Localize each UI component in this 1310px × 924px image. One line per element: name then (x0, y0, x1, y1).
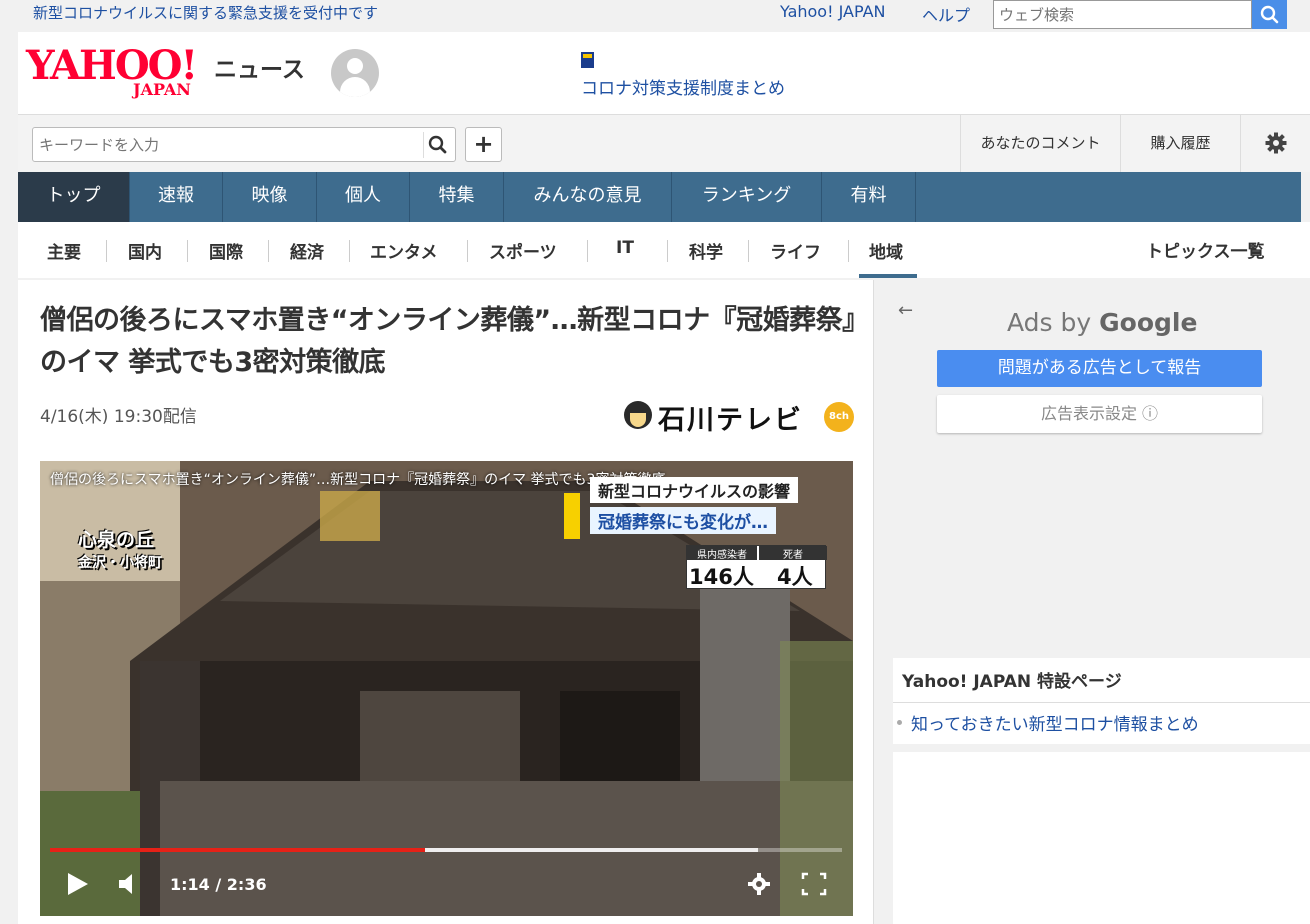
volume-icon (119, 874, 132, 894)
video-player[interactable]: 僧侶の後ろにスマホ置き“オンライン葬儀”…新型コロナ『冠婚葬祭』のイマ 挙式でも… (40, 461, 853, 916)
category-economy[interactable]: 経済 (290, 238, 324, 263)
nav-ranking[interactable]: ランキング (672, 172, 822, 222)
source-logo[interactable]: 石川テレビ 8ch (624, 398, 854, 436)
category-it[interactable]: IT (616, 238, 634, 258)
deaths-count: 4人 (777, 565, 813, 589)
logo-subtext: JAPAN (133, 80, 191, 99)
category-entertainment[interactable]: エンタメ (370, 238, 438, 263)
ad-slot (893, 752, 1310, 924)
category-nav: 主要 国内 国際 経済 エンタメ スポーツ IT 科学 ライフ 地域 トピックス… (18, 222, 1310, 278)
nav-video[interactable]: 映像 (223, 172, 317, 222)
google-label: Google (1099, 308, 1198, 337)
caption-line-1: 新型コロナウイルスの影響 (590, 477, 799, 503)
yahoo-japan-link[interactable]: Yahoo! JAPAN (780, 2, 886, 21)
avatar[interactable] (331, 49, 379, 97)
search-row: + あなたのコメント 購入履歴 (18, 114, 1310, 172)
emergency-support-notice[interactable]: 新型コロナウイルスに関する緊急支援を受付中です (33, 2, 378, 23)
special-pages-box: Yahoo! JAPAN 特設ページ 知っておきたい新型コロナ情報まとめ (893, 658, 1310, 744)
purchase-history-link[interactable]: 購入履歴 (1120, 115, 1240, 172)
site-header: YAHOO! JAPAN ニュース コロナ対策支援制度まとめ (18, 32, 1310, 114)
ads-by-google: Ads by Google (1007, 308, 1197, 337)
ad-feedback-box: ← Ads by Google 問題がある広告として報告 広告表示設定 ⓘ (893, 280, 1310, 650)
active-category-indicator (859, 274, 917, 278)
category-sports[interactable]: スポーツ (489, 238, 557, 263)
article: 僧侶の後ろにスマホ置き“オンライン葬儀”…新型コロナ『冠婚葬祭』のイマ 挙式でも… (18, 280, 874, 924)
add-button[interactable]: + (465, 127, 502, 162)
nav-paid[interactable]: 有料 (822, 172, 916, 222)
nav-breaking[interactable]: 速報 (130, 172, 223, 222)
gear-icon (748, 873, 770, 895)
source-mascot-icon (624, 401, 652, 429)
infected-label: 県内感染者 (687, 546, 757, 561)
search-icon (1260, 5, 1279, 24)
corona-info-link[interactable]: 知っておきたい新型コロナ情報まとめ (911, 710, 1199, 735)
ad-settings-button[interactable]: 広告表示設定 ⓘ (937, 395, 1262, 433)
bullet-icon (897, 720, 902, 725)
caption-line-2: 冠婚葬祭にも変化が… (590, 507, 776, 534)
video-progress-bar[interactable] (50, 848, 842, 852)
category-local[interactable]: 地域 (869, 238, 903, 263)
ads-by-label: Ads by (1007, 308, 1092, 337)
category-domestic[interactable]: 国内 (128, 238, 162, 263)
main-nav: トップ 速報 映像 個人 特集 みんなの意見 ランキング 有料 (18, 172, 1301, 222)
deaths-label: 死者 (759, 546, 827, 561)
video-caption: 新型コロナウイルスの影響 冠婚葬祭にも変化が… (564, 477, 830, 539)
settings-button[interactable] (1240, 115, 1310, 172)
search-icon (428, 135, 447, 154)
video-played (50, 848, 426, 852)
top-strip: 新型コロナウイルスに関する緊急支援を受付中です Yahoo! JAPAN ヘルプ (0, 0, 1310, 32)
back-arrow-icon[interactable]: ← (898, 300, 913, 321)
help-link[interactable]: ヘルプ (922, 2, 970, 26)
category-international[interactable]: 国際 (209, 238, 243, 263)
news-section-label[interactable]: ニュース (214, 50, 305, 84)
video-settings-button[interactable] (746, 869, 772, 903)
corona-support-link[interactable]: コロナ対策支援制度まとめ (581, 74, 785, 99)
nav-feature[interactable]: 特集 (410, 172, 504, 222)
web-search-input[interactable] (993, 0, 1252, 29)
keyword-search-box (32, 127, 456, 162)
article-title: 僧侶の後ろにスマホ置き“オンライン葬儀”…新型コロナ『冠婚葬祭』のイマ 挙式でも… (40, 305, 856, 378)
gear-icon (1265, 132, 1286, 154)
play-icon (68, 873, 88, 895)
source-channel-badge: 8ch (824, 402, 854, 432)
infected-count: 146人 (689, 565, 754, 589)
location-place: 金沢・小将町 (78, 555, 162, 571)
location-caption: 心泉の丘 金沢・小将町 (78, 525, 162, 572)
special-pages-title: Yahoo! JAPAN 特設ページ (902, 672, 1122, 692)
location-name: 心泉の丘 (78, 529, 155, 551)
search-button[interactable] (423, 132, 449, 158)
stats-overlay: 県内感染者 死者 146人 4人 (686, 545, 827, 589)
t-point-icon (581, 52, 594, 68)
nav-top[interactable]: トップ (18, 172, 130, 222)
video-timecode: 1:14 / 2:36 (170, 875, 267, 894)
fullscreen-button[interactable] (800, 869, 828, 903)
report-ad-button[interactable]: 問題がある広告として報告 (937, 350, 1262, 387)
fullscreen-icon (801, 872, 827, 896)
topics-list-link[interactable]: トピックス一覧 (1146, 237, 1265, 262)
web-search-button[interactable] (1252, 0, 1287, 29)
category-science[interactable]: 科学 (689, 238, 723, 263)
yahoo-logo[interactable]: YAHOO! JAPAN (26, 46, 198, 100)
volume-button[interactable] (116, 869, 142, 903)
your-comments-link[interactable]: あなたのコメント (960, 115, 1120, 172)
nav-individual[interactable]: 個人 (317, 172, 410, 222)
article-date: 4/16(木) 19:30配信 (40, 407, 197, 427)
right-column: ← Ads by Google 問題がある広告として報告 広告表示設定 ⓘ Ya… (875, 280, 1310, 924)
category-life[interactable]: ライフ (770, 238, 821, 263)
source-name: 石川テレビ (658, 405, 803, 436)
category-main[interactable]: 主要 (47, 238, 81, 263)
nav-opinions[interactable]: みんなの意見 (504, 172, 672, 222)
play-button[interactable] (64, 869, 92, 903)
keyword-search-input[interactable] (33, 128, 403, 161)
